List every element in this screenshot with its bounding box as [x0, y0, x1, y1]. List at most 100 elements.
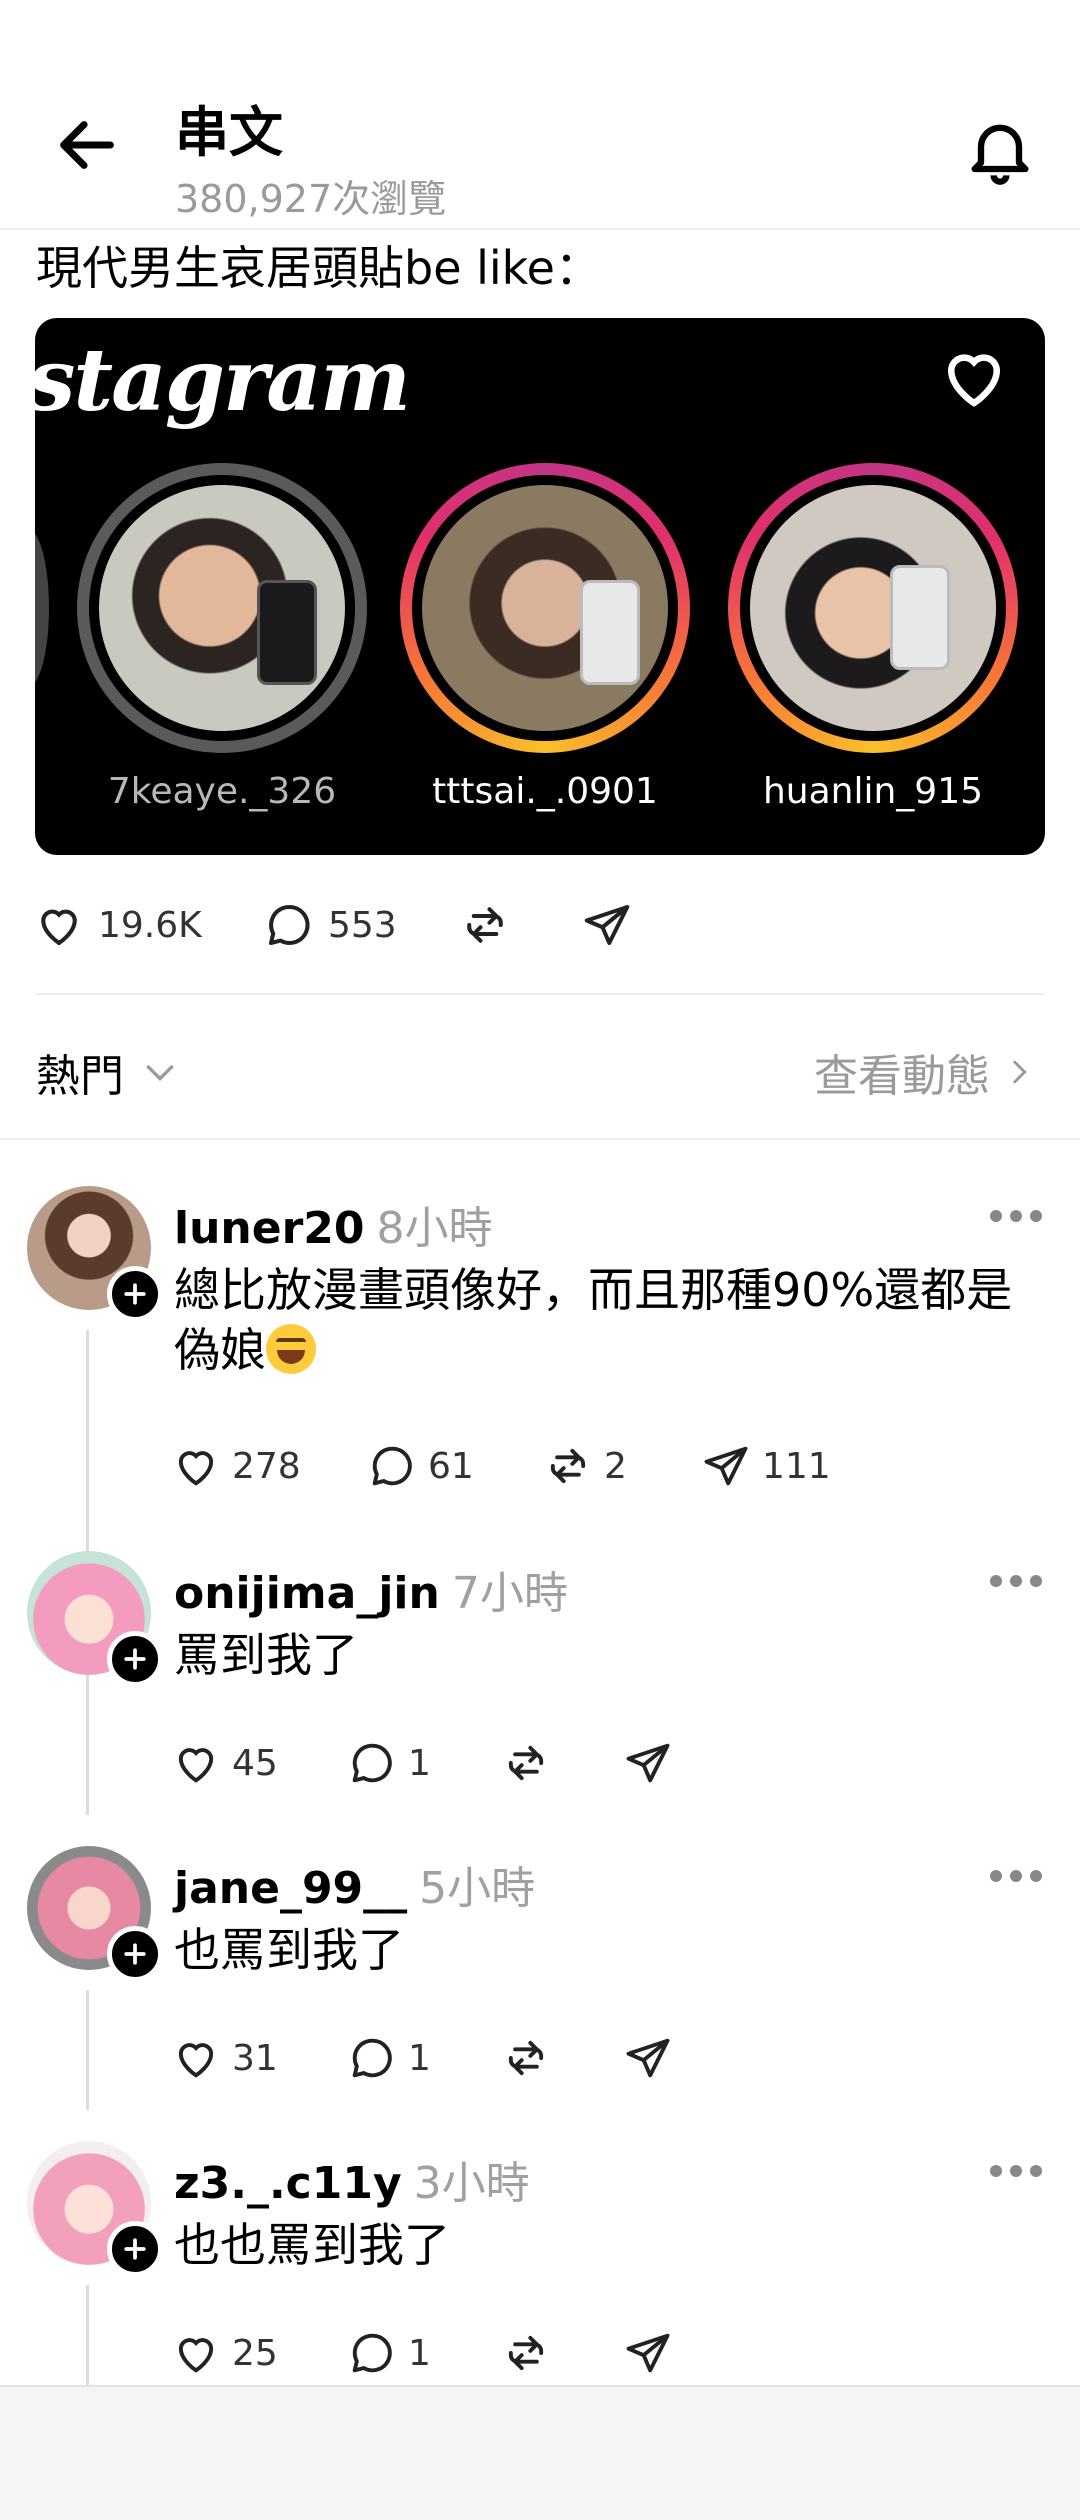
username[interactable]: luner20 [174, 1203, 365, 1254]
comment-header: z3._.c11y 3小時 [174, 2147, 530, 2211]
story-username: huanlin_915 [762, 771, 984, 812]
comment-icon [352, 2038, 392, 2078]
comment-text: 總比放漫畫頭像好，而且那種90%還都是偽娘 [174, 1263, 1013, 1377]
page-title: 串文 [175, 101, 283, 164]
post-text: 現代男生哀居頭貼be like： [36, 241, 601, 295]
comment-actions: 25 1 [170, 2325, 1030, 2381]
share-count: 111 [762, 1445, 831, 1487]
comment-actions: 45 1 [170, 1735, 1030, 1791]
more-options-icon[interactable] [988, 2161, 1044, 2181]
repost-button[interactable] [500, 1735, 562, 1791]
like-button[interactable]: 31 [170, 2030, 278, 2086]
share-button[interactable] [580, 895, 646, 955]
plus-icon [124, 2238, 146, 2260]
heart-icon [178, 2043, 214, 2078]
follow-button[interactable] [107, 2221, 163, 2277]
comment-count: 553 [328, 904, 397, 946]
follow-button[interactable] [107, 1926, 163, 1982]
reply-composer-bar[interactable] [0, 2385, 1080, 2520]
divider [36, 993, 1044, 995]
story-ring [400, 463, 690, 753]
username[interactable]: z3._.c11y [174, 2158, 402, 2209]
comment-text: 罵到我了 [174, 1628, 358, 1682]
repost-button[interactable] [458, 895, 524, 955]
heart-icon [178, 1451, 214, 1486]
story-avatar [750, 485, 996, 731]
timestamp: 7小時 [451, 1568, 568, 1619]
plus-icon [124, 1283, 146, 1305]
chevron-down-icon [146, 1065, 174, 1082]
plus-icon [124, 1648, 146, 1670]
view-count: 380,927次瀏覽 [175, 177, 447, 221]
reply-count: 61 [428, 1445, 474, 1487]
timestamp: 5小時 [419, 1863, 536, 1914]
share-button[interactable] [622, 2325, 684, 2381]
heart-icon [178, 2338, 214, 2373]
back-arrow-icon[interactable] [52, 110, 122, 180]
comment-header: onijima_jin 7小時 [174, 1557, 568, 1621]
story-item: 7keaye._326 [77, 463, 367, 812]
reply-button[interactable]: 61 [366, 1438, 474, 1494]
thread-line [86, 1695, 89, 1815]
more-options-icon[interactable] [988, 1866, 1044, 1886]
heart-icon [41, 909, 77, 946]
top-bar: 串文 380,927次瀏覽 [0, 0, 1080, 230]
bell-icon[interactable] [962, 112, 1038, 188]
partial-story-avatar [35, 528, 49, 688]
sort-label: 熱門 [36, 1051, 124, 1102]
thread-line [86, 1990, 89, 2110]
comment-header: luner20 8小時 [174, 1192, 493, 1256]
repost-button[interactable]: 2 [542, 1438, 627, 1494]
heart-outline-icon [935, 338, 1013, 416]
like-count: 278 [232, 1445, 301, 1487]
like-count: 45 [232, 1742, 278, 1784]
view-activity-link[interactable]: 查看動態 [814, 1040, 1036, 1104]
repost-icon [508, 2335, 544, 2371]
comment-icon [352, 1743, 392, 1783]
like-count: 31 [232, 2037, 278, 2079]
heart-icon [178, 1748, 214, 1783]
plus-icon [124, 1943, 146, 1965]
more-options-icon[interactable] [988, 1571, 1044, 1591]
repost-button[interactable] [500, 2030, 562, 2086]
like-button[interactable]: 45 [170, 1735, 278, 1791]
activity-label: 查看動態 [814, 1051, 990, 1102]
reply-button[interactable]: 1 [346, 2030, 431, 2086]
like-button[interactable]: 19.6K [32, 895, 202, 955]
story-ring [728, 463, 1018, 753]
username[interactable]: jane_99__ [174, 1863, 407, 1914]
timestamp: 8小時 [376, 1203, 493, 1254]
sort-dropdown[interactable]: 熱門 [36, 1040, 180, 1104]
comment-actions: 31 1 [170, 2030, 1030, 2086]
send-icon [704, 1446, 748, 1486]
comment-text: 也罵到我了 [174, 1923, 404, 1977]
repost-button[interactable] [500, 2325, 562, 2381]
share-button[interactable] [622, 2030, 684, 2086]
grinning-squinting-emoji [266, 1324, 316, 1374]
like-button[interactable]: 25 [170, 2325, 278, 2381]
post-image[interactable]: stagram 7keaye._326 tttsai._.0901 huanli… [35, 318, 1045, 855]
follow-button[interactable] [107, 1631, 163, 1687]
username[interactable]: onijima_jin [174, 1568, 440, 1619]
like-count: 25 [232, 2332, 278, 2374]
share-button[interactable] [622, 1735, 684, 1791]
post-actions: 19.6K 553 [0, 895, 1080, 955]
comment-actions: 278 61 2 111 [170, 1438, 1030, 1494]
follow-button[interactable] [107, 1266, 163, 1322]
story-item: huanlin_915 [728, 463, 1018, 812]
share-button[interactable]: 111 [700, 1438, 831, 1494]
more-options-icon[interactable] [988, 1206, 1044, 1226]
comment-icon [352, 2333, 392, 2373]
like-count: 19.6K [98, 904, 202, 946]
reply-button[interactable]: 1 [346, 1735, 431, 1791]
like-button[interactable]: 278 [170, 1438, 301, 1494]
comment-button[interactable]: 553 [262, 895, 397, 955]
repost-icon [508, 2040, 544, 2076]
story-username: tttsai._.0901 [432, 771, 658, 812]
story-username: 7keaye._326 [107, 771, 337, 812]
divider [0, 1138, 1080, 1140]
thread-line [86, 2285, 89, 2385]
repost-icon [550, 1448, 586, 1484]
reply-button[interactable]: 1 [346, 2325, 431, 2381]
comment-icon [372, 1446, 412, 1486]
